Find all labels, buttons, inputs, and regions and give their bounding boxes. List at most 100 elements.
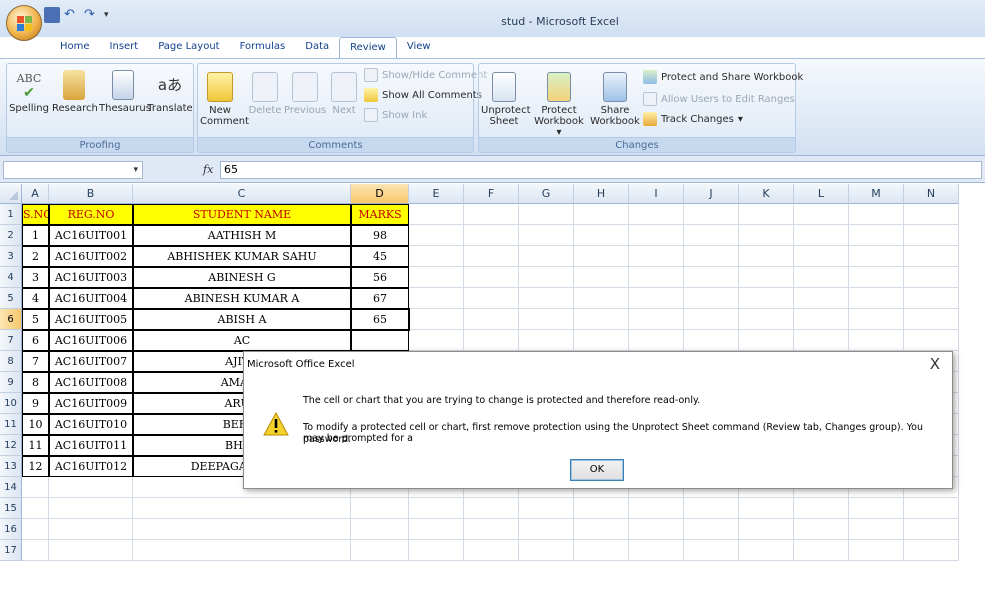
cell-h4[interactable] bbox=[574, 267, 629, 288]
cell-b13[interactable]: AC16UIT012 bbox=[49, 456, 133, 477]
cell-a1[interactable]: S.NO bbox=[22, 204, 49, 225]
column-header-h[interactable]: H bbox=[574, 184, 629, 204]
cell-m3[interactable] bbox=[849, 246, 904, 267]
cell-b4[interactable]: AC16UIT003 bbox=[49, 267, 133, 288]
cell-c4[interactable]: ABINESH G bbox=[133, 267, 351, 288]
column-header-e[interactable]: E bbox=[409, 184, 464, 204]
cell-e7[interactable] bbox=[409, 330, 464, 351]
cell-a14[interactable] bbox=[22, 477, 49, 498]
cell-b10[interactable]: AC16UIT009 bbox=[49, 393, 133, 414]
cell-i5[interactable] bbox=[629, 288, 684, 309]
cell-e6[interactable] bbox=[409, 309, 464, 330]
row-header-14[interactable]: 14 bbox=[0, 477, 22, 498]
cell-c5[interactable]: ABINESH KUMAR A bbox=[133, 288, 351, 309]
cell-a10[interactable]: 9 bbox=[22, 393, 49, 414]
row-header-5[interactable]: 5 bbox=[0, 288, 22, 309]
column-header-m[interactable]: M bbox=[849, 184, 904, 204]
cell-a8[interactable]: 7 bbox=[22, 351, 49, 372]
cell-k15[interactable] bbox=[739, 498, 794, 519]
cell-i7[interactable] bbox=[629, 330, 684, 351]
column-header-n[interactable]: N bbox=[904, 184, 959, 204]
cell-a9[interactable]: 8 bbox=[22, 372, 49, 393]
protect-share-workbook-button[interactable]: Protect and Share Workbook bbox=[643, 70, 803, 84]
cell-j4[interactable] bbox=[684, 267, 739, 288]
cell-i4[interactable] bbox=[629, 267, 684, 288]
cell-d1[interactable]: MARKS bbox=[351, 204, 409, 225]
cell-m16[interactable] bbox=[849, 519, 904, 540]
row-header-6[interactable]: 6 bbox=[0, 309, 22, 330]
select-all-corner[interactable] bbox=[0, 184, 22, 204]
cell-d3[interactable]: 45 bbox=[351, 246, 409, 267]
cell-k17[interactable] bbox=[739, 540, 794, 561]
cell-l16[interactable] bbox=[794, 519, 849, 540]
column-header-k[interactable]: K bbox=[739, 184, 794, 204]
cell-d5[interactable]: 67 bbox=[351, 288, 409, 309]
research-button[interactable]: Research bbox=[52, 70, 98, 114]
cell-c6[interactable]: ABISH A bbox=[133, 309, 351, 330]
cell-d7[interactable] bbox=[351, 330, 409, 351]
cell-e15[interactable] bbox=[409, 498, 464, 519]
cell-i15[interactable] bbox=[629, 498, 684, 519]
cell-b9[interactable]: AC16UIT008 bbox=[49, 372, 133, 393]
cell-f17[interactable] bbox=[464, 540, 519, 561]
cell-b3[interactable]: AC16UIT002 bbox=[49, 246, 133, 267]
cell-b11[interactable]: AC16UIT010 bbox=[49, 414, 133, 435]
cell-n2[interactable] bbox=[904, 225, 959, 246]
cell-a13[interactable]: 12 bbox=[22, 456, 49, 477]
cell-f1[interactable] bbox=[464, 204, 519, 225]
cell-l5[interactable] bbox=[794, 288, 849, 309]
cell-n15[interactable] bbox=[904, 498, 959, 519]
cell-l4[interactable] bbox=[794, 267, 849, 288]
allow-edit-ranges-button[interactable]: Allow Users to Edit Ranges bbox=[643, 92, 795, 106]
cell-i2[interactable] bbox=[629, 225, 684, 246]
row-header-4[interactable]: 4 bbox=[0, 267, 22, 288]
row-header-9[interactable]: 9 bbox=[0, 372, 22, 393]
column-header-g[interactable]: G bbox=[519, 184, 574, 204]
tab-view[interactable]: View bbox=[397, 37, 441, 59]
cell-j3[interactable] bbox=[684, 246, 739, 267]
column-header-d[interactable]: D bbox=[351, 184, 409, 204]
share-workbook-button[interactable]: Share Workbook bbox=[589, 72, 641, 127]
cell-h5[interactable] bbox=[574, 288, 629, 309]
cell-b16[interactable] bbox=[49, 519, 133, 540]
cell-k6[interactable] bbox=[739, 309, 794, 330]
cell-b5[interactable]: AC16UIT004 bbox=[49, 288, 133, 309]
cell-m2[interactable] bbox=[849, 225, 904, 246]
cell-m6[interactable] bbox=[849, 309, 904, 330]
cell-g6[interactable] bbox=[519, 309, 574, 330]
cell-g2[interactable] bbox=[519, 225, 574, 246]
cell-d4[interactable]: 56 bbox=[351, 267, 409, 288]
cell-e3[interactable] bbox=[409, 246, 464, 267]
tab-home[interactable]: Home bbox=[50, 37, 100, 59]
cell-m7[interactable] bbox=[849, 330, 904, 351]
cell-a17[interactable] bbox=[22, 540, 49, 561]
cell-n6[interactable] bbox=[904, 309, 959, 330]
cell-i3[interactable] bbox=[629, 246, 684, 267]
cell-n16[interactable] bbox=[904, 519, 959, 540]
row-header-10[interactable]: 10 bbox=[0, 393, 22, 414]
cell-g4[interactable] bbox=[519, 267, 574, 288]
cell-e1[interactable] bbox=[409, 204, 464, 225]
row-header-11[interactable]: 11 bbox=[0, 414, 22, 435]
cell-f7[interactable] bbox=[464, 330, 519, 351]
row-header-17[interactable]: 17 bbox=[0, 540, 22, 561]
cell-c17[interactable] bbox=[133, 540, 351, 561]
dialog-close-button[interactable]: X bbox=[930, 355, 940, 373]
insert-function-icon[interactable]: fx bbox=[203, 163, 213, 176]
cell-n7[interactable] bbox=[904, 330, 959, 351]
cell-e2[interactable] bbox=[409, 225, 464, 246]
cell-h16[interactable] bbox=[574, 519, 629, 540]
protect-workbook-button[interactable]: Protect Workbook ▾ bbox=[531, 72, 587, 138]
tab-review[interactable]: Review bbox=[339, 37, 397, 59]
previous-comment-button[interactable]: Previous bbox=[284, 72, 326, 116]
cell-l17[interactable] bbox=[794, 540, 849, 561]
cell-l6[interactable] bbox=[794, 309, 849, 330]
column-header-c[interactable]: C bbox=[133, 184, 351, 204]
cell-n1[interactable] bbox=[904, 204, 959, 225]
cell-j5[interactable] bbox=[684, 288, 739, 309]
column-header-b[interactable]: B bbox=[49, 184, 133, 204]
thesaurus-button[interactable]: Thesaurus bbox=[99, 70, 151, 114]
row-header-13[interactable]: 13 bbox=[0, 456, 22, 477]
cell-e16[interactable] bbox=[409, 519, 464, 540]
cell-c7[interactable]: AC bbox=[133, 330, 351, 351]
